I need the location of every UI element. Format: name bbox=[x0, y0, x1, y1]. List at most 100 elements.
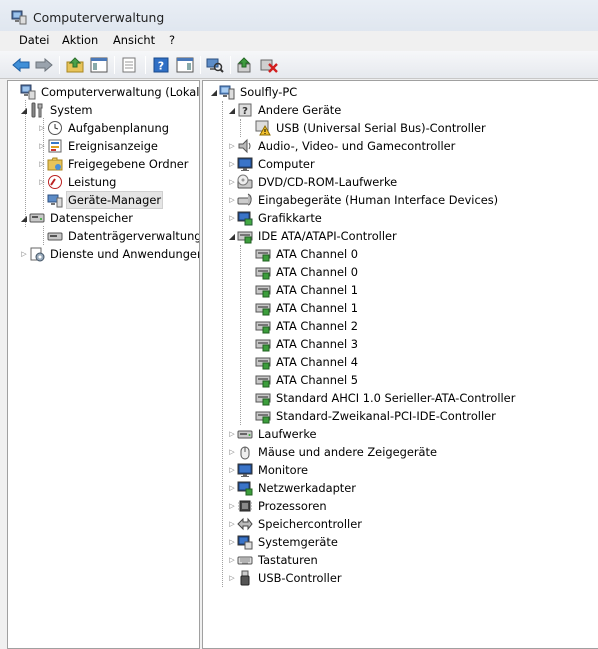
expand-toggle[interactable]: ▷ bbox=[227, 569, 237, 587]
forward-button[interactable] bbox=[34, 55, 54, 75]
device-tree-item-ata-channel-0[interactable]: ATA Channel 0 bbox=[245, 245, 360, 263]
expand-toggle[interactable]: ▷ bbox=[227, 533, 237, 551]
device-tree-item-ata-channel-1[interactable]: ATA Channel 1 bbox=[245, 281, 360, 299]
expand-toggle[interactable]: ◢ bbox=[19, 209, 29, 227]
device-tree-item-maeuse-und-andere-zeigegeraete[interactable]: ▷ Mäuse und andere Zeigegeräte bbox=[227, 443, 439, 461]
expand-toggle[interactable]: ▷ bbox=[227, 479, 237, 497]
expand-toggle[interactable]: ▷ bbox=[227, 425, 237, 443]
tree-item-freigegebene-ordner[interactable]: ▷ Freigegebene Ordner bbox=[37, 155, 190, 173]
scan-hardware-button[interactable] bbox=[205, 55, 225, 75]
device-tree-item-ata-channel-1[interactable]: ATA Channel 1 bbox=[245, 299, 360, 317]
device-tree-item-ata-channel-4[interactable]: ATA Channel 4 bbox=[245, 353, 360, 371]
expand-toggle[interactable]: ▷ bbox=[227, 497, 237, 515]
device-tree-item-label: ATA Channel 4 bbox=[276, 355, 359, 369]
expand-toggle[interactable]: ▷ bbox=[227, 515, 237, 533]
expand-toggle[interactable]: ▷ bbox=[227, 155, 237, 173]
expand-toggle[interactable]: ▷ bbox=[227, 551, 237, 569]
expand-toggle[interactable]: ▷ bbox=[37, 173, 47, 191]
tree-item-geraete-manager[interactable]: Geräte-Manager bbox=[37, 191, 164, 209]
device-tree-item-usb-controller[interactable]: ▷ USB-Controller bbox=[227, 569, 344, 587]
expand-toggle[interactable]: ▷ bbox=[227, 443, 237, 461]
storage-controller-icon bbox=[237, 517, 253, 531]
show-hide-action-pane-button[interactable] bbox=[175, 55, 195, 75]
expand-toggle[interactable]: ◢ bbox=[227, 101, 237, 119]
device-tree-item-speichercontroller[interactable]: ▷ Speichercontroller bbox=[227, 515, 364, 533]
window-title: Computerverwaltung bbox=[33, 10, 165, 25]
tree-item-label: Geräte-Manager bbox=[66, 191, 164, 209]
menu-ansicht[interactable]: Ansicht bbox=[110, 33, 158, 47]
device-tree-item-ata-channel-2[interactable]: ATA Channel 2 bbox=[245, 317, 360, 335]
tree-item-aufgabenplanung[interactable]: ▷ Aufgabenplanung bbox=[37, 119, 171, 137]
device-tree-item-standard-zweikanal-pci-ide-controller[interactable]: Standard-Zweikanal-PCI-IDE-Controller bbox=[245, 407, 498, 425]
expand-toggle bbox=[245, 335, 255, 353]
update-driver-button[interactable] bbox=[235, 55, 255, 75]
help-button[interactable]: ? bbox=[151, 55, 171, 75]
tree-item-datenspeicher[interactable]: ◢ Datenspeicher bbox=[19, 209, 135, 227]
device-tree-item-soulfly-pc[interactable]: ◢ Soulfly-PC bbox=[209, 83, 299, 101]
device-tree-item-laufwerke[interactable]: ▷ Laufwerke bbox=[227, 425, 319, 443]
console-tree-pane[interactable]: Computerverwaltung (Lokal) ◢ System ▷ Au… bbox=[7, 80, 200, 649]
device-tree-item-standard-ahci-1-0-serieller-ata-controller[interactable]: Standard AHCI 1.0 Serieller-ATA-Controll… bbox=[245, 389, 517, 407]
device-tree-item-label: USB (Universal Serial Bus)-Controller bbox=[276, 121, 486, 135]
device-tree-item-eingabegeraete-human-interface-devices[interactable]: ▷ Eingabegeräte (Human Interface Devices) bbox=[227, 191, 500, 209]
expand-toggle[interactable]: ▷ bbox=[227, 137, 237, 155]
back-button[interactable] bbox=[11, 55, 31, 75]
device-tree-item-label: Audio-, Video- und Gamecontroller bbox=[258, 139, 456, 153]
device-tree-item-computer[interactable]: ▷ Computer bbox=[227, 155, 317, 173]
device-tree-item-prozessoren[interactable]: ▷ Prozessoren bbox=[227, 497, 329, 515]
expand-toggle bbox=[245, 353, 255, 371]
expand-toggle[interactable]: ▷ bbox=[37, 119, 47, 137]
device-tree-pane[interactable]: ◢ Soulfly-PC ◢? Andere Geräte USB (Universal… bbox=[202, 80, 598, 649]
menu-bar: Datei Aktion Ansicht ? bbox=[0, 31, 598, 51]
device-tree-item-label: Mäuse und andere Zeigegeräte bbox=[258, 445, 437, 459]
tree-item-system[interactable]: ◢ System bbox=[19, 101, 94, 119]
up-one-level-button[interactable] bbox=[65, 55, 85, 75]
system-device-icon bbox=[237, 535, 253, 550]
export-list-button[interactable] bbox=[119, 55, 139, 75]
expand-toggle bbox=[245, 299, 255, 317]
device-tree-item-systemgeraete[interactable]: ▷ Systemgeräte bbox=[227, 533, 340, 551]
show-hide-console-tree-button[interactable] bbox=[89, 55, 109, 75]
device-tree-item-tastaturen[interactable]: ▷ Tastaturen bbox=[227, 551, 320, 569]
expand-toggle[interactable]: ▷ bbox=[227, 461, 237, 479]
monitor-icon bbox=[237, 157, 253, 171]
tree-item-dienste-und-anwendungen[interactable]: ▷ Dienste und Anwendungen bbox=[19, 245, 199, 263]
device-tree-item-ata-channel-5[interactable]: ATA Channel 5 bbox=[245, 371, 360, 389]
device-tree-item-usb-universal-serial-bus-controller[interactable]: USB (Universal Serial Bus)-Controller bbox=[245, 119, 488, 137]
forward-arrow-icon bbox=[35, 58, 53, 72]
menu-aktion[interactable]: Aktion bbox=[59, 33, 101, 47]
tree-item-leistung[interactable]: ▷ Leistung bbox=[37, 173, 118, 191]
expand-toggle[interactable]: ▷ bbox=[37, 137, 47, 155]
device-manager-icon bbox=[47, 194, 63, 208]
display-adapter-icon bbox=[237, 211, 253, 226]
device-tree-item-andere-geraete[interactable]: ◢? Andere Geräte bbox=[227, 101, 343, 119]
tree-item-computerverwaltung[interactable]: Computerverwaltung (Lokal) bbox=[10, 83, 199, 101]
device-tree-item-label: DVD/CD-ROM-Laufwerke bbox=[258, 175, 398, 189]
expand-toggle[interactable]: ▷ bbox=[227, 173, 237, 191]
expand-toggle[interactable]: ▷ bbox=[19, 245, 29, 263]
uninstall-device-button[interactable] bbox=[259, 55, 279, 75]
device-tree-item-ide-ata-atapi-controller[interactable]: ◢ IDE ATA/ATAPI-Controller bbox=[227, 227, 399, 245]
device-tree-item-ata-channel-3[interactable]: ATA Channel 3 bbox=[245, 335, 360, 353]
device-tree-item-label: ATA Channel 3 bbox=[276, 337, 359, 351]
device-tree-item-ata-channel-0[interactable]: ATA Channel 0 bbox=[245, 263, 360, 281]
expand-toggle[interactable]: ▷ bbox=[227, 209, 237, 227]
warning-device-icon bbox=[255, 120, 271, 136]
expand-toggle[interactable]: ◢ bbox=[19, 101, 29, 119]
device-tree-item-netzwerkadapter[interactable]: ▷ Netzwerkadapter bbox=[227, 479, 358, 497]
menu-datei[interactable]: Datei bbox=[16, 33, 52, 47]
tree-item-label: Datenspeicher bbox=[50, 211, 133, 225]
expand-toggle[interactable]: ◢ bbox=[209, 83, 219, 101]
device-tree-item-monitore[interactable]: ▷ Monitore bbox=[227, 461, 310, 479]
tree-item-ereignisanzeige[interactable]: ▷ Ereignisanzeige bbox=[37, 137, 160, 155]
title-bar: Computerverwaltung bbox=[0, 0, 598, 34]
device-tree-item-audio-video-und-gamecontroller[interactable]: ▷ Audio-, Video- und Gamecontroller bbox=[227, 137, 457, 155]
menu-help[interactable]: ? bbox=[166, 33, 178, 47]
expand-toggle[interactable]: ▷ bbox=[227, 191, 237, 209]
expand-toggle[interactable]: ▷ bbox=[37, 155, 47, 173]
tree-item-datentraegerverwaltung[interactable]: Datenträgerverwaltung bbox=[37, 227, 199, 245]
device-tree-item-grafikkarte[interactable]: ▷ Grafikkarte bbox=[227, 209, 324, 227]
expand-toggle[interactable]: ◢ bbox=[227, 227, 237, 245]
device-tree-item-dvd-cd-rom-laufwerke[interactable]: ▷ DVD/CD-ROM-Laufwerke bbox=[227, 173, 399, 191]
network-adapter-icon bbox=[237, 481, 253, 496]
